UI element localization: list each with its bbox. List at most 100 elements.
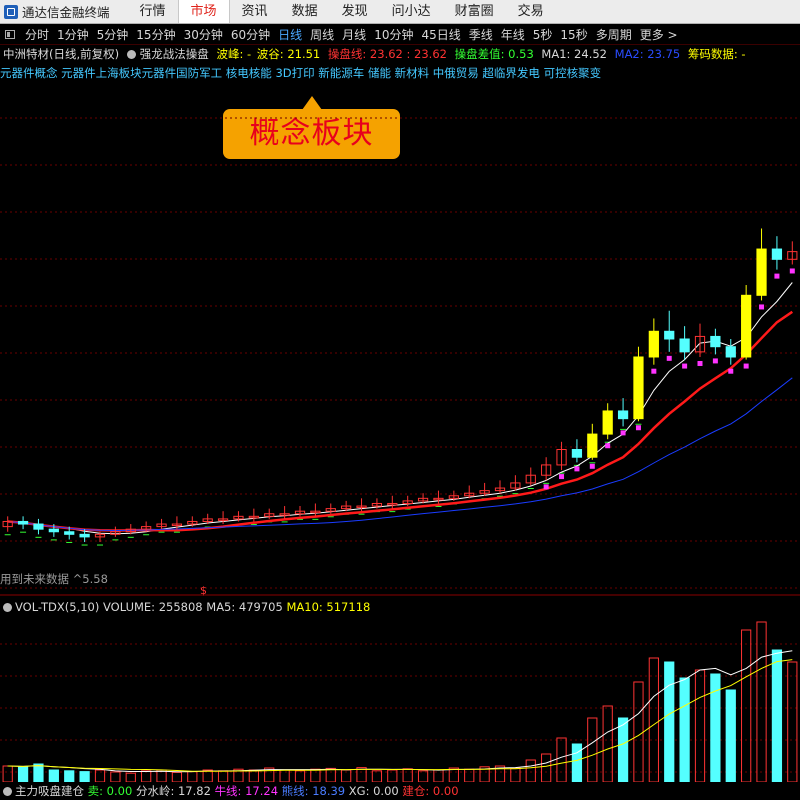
future-data-note: 用到未来数据 ^5.58	[0, 572, 108, 586]
control-point	[620, 430, 626, 436]
candle-body	[33, 523, 44, 530]
wave-peak: 波峰: -	[216, 47, 252, 61]
menu-item-news[interactable]: 资讯	[230, 0, 280, 23]
indicator-settings-icon[interactable]	[126, 50, 136, 59]
bottom-indicator-name[interactable]: 主力吸盘建仓	[15, 784, 84, 798]
volume-bar	[756, 621, 767, 782]
bear-line-value: 熊线: 18.39	[281, 784, 346, 798]
period-5sec[interactable]: 5秒	[529, 26, 557, 43]
candle-body	[725, 346, 736, 358]
bottom-indicator-line: 主力吸盘建仓 卖: 0.00 分水岭: 17.82 牛线: 17.24 熊线: …	[3, 783, 459, 799]
volume-bar	[310, 768, 321, 782]
candle-body	[633, 356, 644, 420]
control-point	[605, 443, 611, 449]
sell-value: 卖: 0.00	[87, 784, 133, 798]
menu-item-wealth[interactable]: 财富圈	[443, 0, 506, 23]
period-quarterly[interactable]: 季线	[465, 26, 497, 43]
period-15min[interactable]: 15分钟	[132, 26, 179, 43]
control-point	[712, 358, 718, 364]
main-chart-grid	[0, 117, 800, 596]
period-timeshare[interactable]: 分时	[21, 26, 53, 43]
kline-chart[interactable]: $	[0, 82, 800, 596]
menu-item-ask[interactable]: 问小达	[380, 0, 443, 23]
volume-settings-icon[interactable]	[3, 603, 12, 612]
bottom-settings-icon[interactable]	[3, 787, 12, 796]
candle-body	[710, 335, 721, 348]
period-45day[interactable]: 45日线	[417, 26, 464, 43]
ma2-value: MA2: 23.75	[614, 47, 681, 61]
wave-trough: 波谷: 21.51	[256, 47, 321, 61]
indicator-name[interactable]: 强龙战法操盘	[140, 47, 209, 61]
volume-bar	[2, 765, 13, 782]
period-monthly[interactable]: 月线	[338, 26, 370, 43]
candle-body	[571, 449, 583, 458]
volume-bar	[33, 763, 44, 782]
volume-chart[interactable]	[0, 614, 800, 782]
volume-bar	[617, 717, 629, 782]
period-60min[interactable]: 60分钟	[227, 26, 274, 43]
period-daily[interactable]: 日线	[274, 26, 306, 43]
volume-bar	[694, 669, 706, 782]
candle-body	[741, 294, 752, 358]
candle-body	[64, 531, 75, 535]
control-point	[635, 425, 641, 431]
control-point	[759, 304, 765, 310]
control-point	[574, 466, 580, 472]
volume-bar	[725, 689, 736, 782]
period-yearly[interactable]: 年线	[497, 26, 529, 43]
control-point	[666, 355, 672, 361]
menu-item-data[interactable]: 数据	[280, 0, 330, 23]
period-10min[interactable]: 10分钟	[370, 26, 417, 43]
control-point	[789, 268, 795, 274]
candle-body	[602, 410, 613, 435]
volume-bar	[664, 661, 675, 782]
candle-body	[771, 248, 783, 260]
control-point	[651, 368, 657, 374]
period-1min[interactable]: 1分钟	[53, 26, 93, 43]
candle-body	[48, 528, 59, 533]
app-logo-icon	[4, 4, 18, 19]
xg-value: XG: 0.00	[348, 784, 399, 798]
menu-item-trade[interactable]: 交易	[506, 0, 556, 23]
menu-item-quotes[interactable]: 行情	[128, 0, 178, 23]
volume-bar	[556, 737, 567, 782]
volume-bar	[402, 768, 413, 782]
volume-bar	[171, 771, 183, 782]
volume-bar	[633, 681, 644, 782]
period-weekly[interactable]: 周线	[306, 26, 338, 43]
volume-bar	[48, 769, 59, 782]
control-point	[743, 363, 749, 369]
app-title: 通达信金融终端	[22, 5, 110, 20]
panel-toggle-icon[interactable]	[5, 29, 15, 39]
volume-bar	[525, 759, 536, 782]
volume-bar	[571, 743, 583, 782]
volume-ma5: MA5: 479705	[206, 600, 283, 614]
volume-bar	[110, 771, 121, 782]
candle-body	[648, 330, 659, 358]
candle-body	[756, 248, 767, 296]
period-5min[interactable]: 5分钟	[93, 26, 133, 43]
candle-body	[587, 433, 598, 458]
moving-average-lines	[7, 282, 794, 535]
stock-name: 中洲特材(日线,前复权)	[3, 47, 120, 61]
period-15sec[interactable]: 15秒	[556, 26, 591, 43]
period-multi[interactable]: 多周期	[592, 26, 636, 43]
menu-item-discover[interactable]: 发现	[330, 0, 380, 23]
volume-bar	[771, 649, 783, 782]
volume-value: VOLUME: 255808	[103, 600, 203, 614]
candle-series	[2, 228, 798, 543]
cp-diff: 操盘差值: 0.53	[454, 47, 534, 61]
volume-bar	[679, 677, 690, 782]
concept-line[interactable]: 元器件概念 元器件上海板块元器件国防军工 核电核能 3D打印 新能源车 储能 新…	[0, 65, 800, 81]
period-more[interactable]: 更多 >	[636, 26, 682, 43]
control-point	[543, 484, 549, 490]
volume-bar	[787, 661, 798, 782]
cp-line: 操盘线: 23.62 : 23.62	[327, 47, 447, 61]
candle-body	[617, 410, 629, 420]
period-30min[interactable]: 30分钟	[180, 26, 227, 43]
candle-body	[664, 330, 675, 340]
volume-bar	[541, 753, 552, 782]
candle-body	[17, 520, 29, 525]
volume-indicator-name[interactable]: VOL-TDX(5,10)	[15, 600, 99, 614]
menu-item-market[interactable]: 市场	[177, 0, 230, 23]
